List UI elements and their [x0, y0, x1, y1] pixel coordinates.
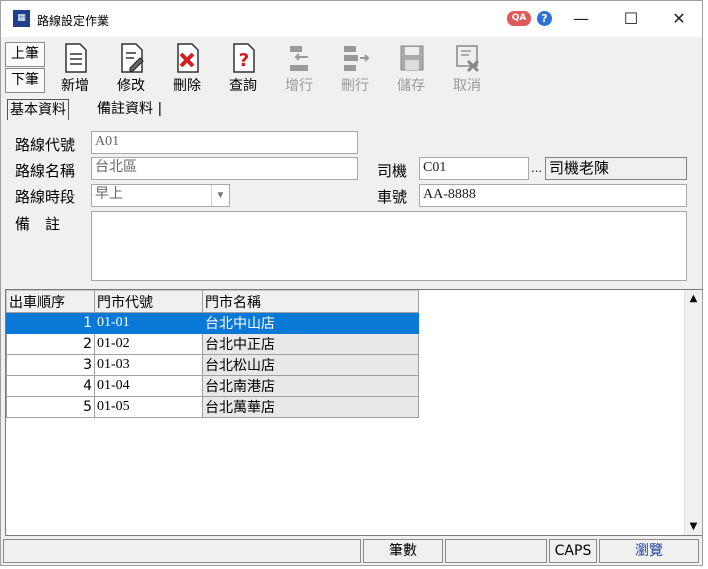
cell-seq[interactable]: 2 — [6, 333, 95, 355]
plate-label: 車號 — [377, 188, 408, 206]
close-button[interactable]: ✕ — [659, 5, 699, 33]
save-button-label: 儲存 — [397, 78, 425, 94]
cell-store-name[interactable]: 台北中正店 — [202, 333, 419, 355]
cell-store-code[interactable]: 01-03 — [94, 354, 203, 376]
tab-bar: 基本資料 備註資料 | — [7, 99, 697, 121]
tab-notes-label: 備註資料 — [97, 101, 153, 117]
tab-basic-info[interactable]: 基本資料 — [7, 99, 69, 120]
save-button[interactable]: 儲存 — [383, 39, 439, 97]
vertical-scrollbar[interactable]: ▲ ▼ — [684, 290, 702, 535]
edit-button[interactable]: 修改 — [103, 39, 159, 97]
remark-label: 備 註 — [15, 215, 61, 233]
new-document-icon — [65, 43, 87, 73]
chevron-down-icon[interactable]: ▼ — [211, 185, 229, 206]
query-button-label: 查詢 — [229, 78, 257, 94]
next-record-button[interactable]: 下筆 — [5, 68, 45, 93]
query-icon: ? — [233, 43, 255, 73]
scroll-up-icon[interactable]: ▲ — [685, 290, 702, 307]
delete-icon — [177, 43, 199, 73]
scroll-down-icon[interactable]: ▼ — [685, 518, 702, 535]
query-button[interactable]: ? 查詢 — [215, 39, 271, 97]
delete-button-label: 刪除 — [173, 78, 201, 94]
column-header-store-code[interactable]: 門市代號 — [94, 290, 203, 313]
status-bar: 筆數 CAPS 瀏覽 — [1, 539, 702, 565]
cancel-button-label: 取消 — [453, 78, 481, 94]
app-icon: ▦ — [13, 10, 30, 27]
route-code-input[interactable]: A01 — [91, 131, 358, 154]
store-table: 出車順序 門市代號 門市名稱 1 01-01 台北中山店 2 01-02 台北中正店 3 01… — [6, 290, 419, 418]
count-label: 筆數 — [363, 539, 443, 563]
caps-indicator: CAPS — [549, 539, 597, 563]
driver-lookup-button[interactable]: … — [529, 158, 544, 180]
window-title: 路線設定作業 — [37, 14, 110, 28]
cell-store-name[interactable]: 台北南港店 — [202, 375, 419, 397]
svg-text:?: ? — [239, 50, 249, 71]
maximize-button[interactable]: ☐ — [611, 5, 651, 33]
mode-indicator: 瀏覽 — [599, 539, 699, 563]
cell-store-code[interactable]: 01-02 — [94, 333, 203, 355]
minimize-button[interactable]: — — [561, 5, 601, 33]
driver-name-display: 司機老陳 — [545, 157, 687, 180]
insert-row-icon — [290, 46, 308, 71]
table-row[interactable]: 4 01-04 台北南港店 — [6, 375, 419, 397]
insert-row-button[interactable]: 增行 — [271, 39, 327, 97]
cell-store-name[interactable]: 台北中山店 — [202, 312, 419, 334]
tab-notes[interactable]: 備註資料 | — [95, 99, 164, 119]
cell-seq[interactable]: 4 — [6, 375, 95, 397]
edit-button-label: 修改 — [117, 78, 145, 94]
count-value — [445, 539, 547, 563]
driver-label: 司機 — [377, 162, 408, 180]
main-window: ▦ 路線設定作業 QA ? — ☐ ✕ 上筆 下筆 新增 修改 刪除 ? 查詢 … — [0, 0, 703, 566]
cancel-button[interactable]: 取消 — [439, 39, 495, 97]
plate-input[interactable]: AA-8888 — [419, 184, 687, 207]
route-name-label: 路線名稱 — [15, 162, 76, 180]
store-grid: 出車順序 門市代號 門市名稱 1 01-01 台北中山店 2 01-02 台北中正店 3 01… — [5, 289, 702, 536]
title-bar: ▦ 路線設定作業 QA ? — ☐ ✕ — [1, 1, 702, 37]
driver-code-input[interactable]: C01 — [419, 157, 529, 180]
prev-record-button[interactable]: 上筆 — [5, 42, 45, 67]
delete-row-button[interactable]: 刪行 — [327, 39, 383, 97]
save-icon — [400, 45, 424, 71]
table-row[interactable]: 5 01-05 台北萬華店 — [6, 396, 419, 418]
cell-store-code[interactable]: 01-01 — [94, 312, 203, 334]
cell-store-code[interactable]: 01-05 — [94, 396, 203, 418]
toolbar: 上筆 下筆 新增 修改 刪除 ? 查詢 增行 刪行 儲存 取消 — [1, 37, 702, 97]
qa-badge-icon[interactable]: QA — [507, 11, 531, 26]
delete-button[interactable]: 刪除 — [159, 39, 215, 97]
delete-row-button-label: 刪行 — [341, 78, 369, 94]
cell-store-code[interactable]: 01-04 — [94, 375, 203, 397]
delete-row-icon — [344, 46, 370, 71]
table-row[interactable]: 3 01-03 台北松山店 — [6, 354, 419, 376]
table-row[interactable]: 2 01-02 台北中正店 — [6, 333, 419, 355]
table-row[interactable]: 1 01-01 台北中山店 — [6, 312, 419, 334]
route-period-select[interactable]: 早上 ▼ — [91, 184, 230, 207]
route-name-input[interactable]: 台北區 — [91, 157, 358, 180]
help-icon[interactable]: ? — [537, 11, 552, 26]
remark-textarea[interactable] — [91, 211, 687, 281]
cancel-icon — [456, 45, 480, 73]
column-header-seq[interactable]: 出車順序 — [6, 290, 95, 313]
edit-document-icon — [121, 43, 144, 73]
cell-store-name[interactable]: 台北萬華店 — [202, 396, 419, 418]
cell-seq[interactable]: 3 — [6, 354, 95, 376]
route-period-label: 路線時段 — [15, 188, 76, 206]
column-header-store-name[interactable]: 門市名稱 — [202, 290, 419, 313]
route-period-value: 早上 — [95, 187, 123, 202]
new-button-label: 新增 — [61, 78, 89, 94]
cell-seq[interactable]: 1 — [6, 312, 95, 334]
insert-row-button-label: 增行 — [285, 78, 313, 94]
cell-store-name[interactable]: 台北松山店 — [202, 354, 419, 376]
route-code-label: 路線代號 — [15, 136, 76, 154]
status-blank-cell — [3, 539, 361, 563]
new-button[interactable]: 新增 — [47, 39, 103, 97]
cell-seq[interactable]: 5 — [6, 396, 95, 418]
